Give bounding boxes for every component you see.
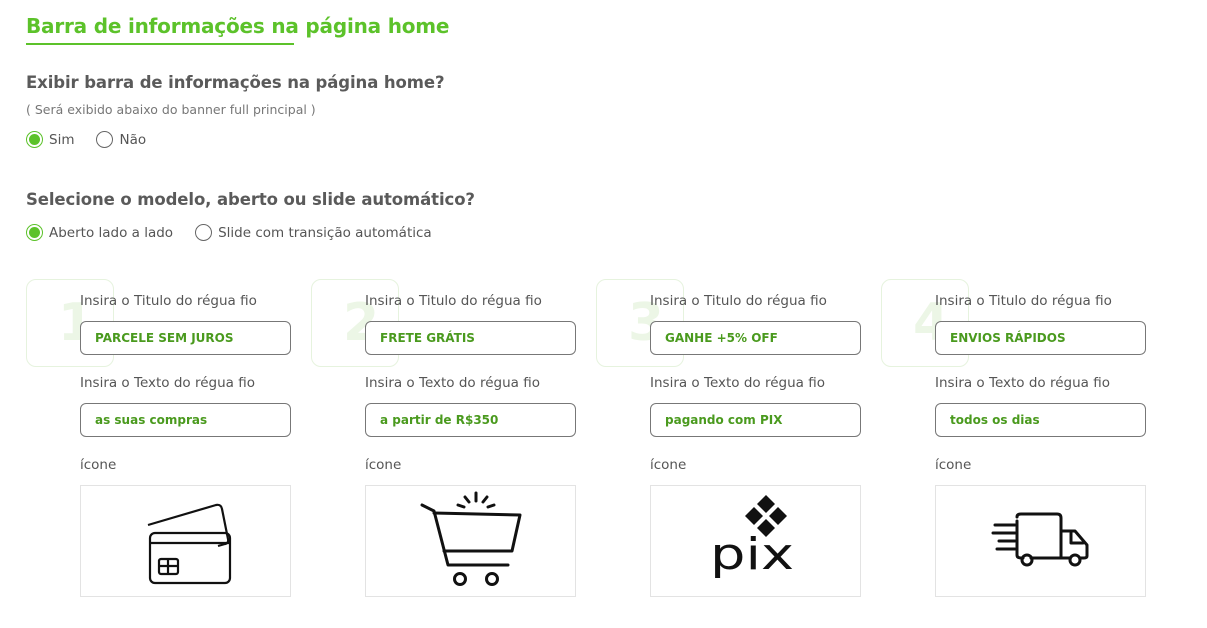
section-title-underline bbox=[26, 43, 294, 45]
text-input[interactable]: pagando com PIX bbox=[650, 403, 861, 437]
title-label: Insira o Titulo do régua fio bbox=[365, 293, 542, 309]
pix-logo-text: pix bbox=[710, 529, 794, 580]
pix-logo-icon: pix bbox=[710, 495, 794, 580]
title-input[interactable]: GANHE +5% OFF bbox=[650, 321, 861, 355]
radio-aberto-circle[interactable] bbox=[26, 224, 43, 241]
info-item-4: 4 Insira o Titulo do régua fio ENVIOS RÁ… bbox=[881, 279, 1166, 619]
text-label: Insira o Texto do régua fio bbox=[80, 375, 255, 391]
radio-slide[interactable]: Slide com transição automática bbox=[195, 224, 432, 241]
info-item-2: 2 Insira o Titulo do régua fio FRETE GRÁ… bbox=[311, 279, 596, 619]
show-bar-radio-group: Sim Não bbox=[26, 131, 168, 148]
radio-sim-label: Sim bbox=[49, 131, 75, 148]
icon-label: ícone bbox=[650, 457, 687, 473]
text-label: Insira o Texto do régua fio bbox=[365, 375, 540, 391]
credit-card-icon bbox=[147, 503, 231, 585]
icon-upload-box[interactable] bbox=[80, 485, 291, 597]
title-input[interactable]: ENVIOS RÁPIDOS bbox=[935, 321, 1146, 355]
radio-aberto-label: Aberto lado a lado bbox=[49, 224, 174, 241]
text-input[interactable]: a partir de R$350 bbox=[365, 403, 576, 437]
model-question: Selecione o modelo, aberto ou slide auto… bbox=[26, 190, 475, 209]
icon-label: ícone bbox=[80, 457, 117, 473]
radio-nao-circle[interactable] bbox=[96, 131, 114, 148]
radio-nao-label: Não bbox=[119, 131, 147, 148]
section-title: Barra de informações na página home bbox=[26, 14, 450, 38]
text-input[interactable]: as suas compras bbox=[80, 403, 291, 437]
icon-label: ícone bbox=[365, 457, 402, 473]
text-label: Insira o Texto do régua fio bbox=[935, 375, 1110, 391]
title-input[interactable]: FRETE GRÁTIS bbox=[365, 321, 576, 355]
info-item-1: 1 Insira o Titulo do régua fio PARCELE S… bbox=[26, 279, 311, 619]
shopping-cart-icon bbox=[420, 491, 521, 586]
title-label: Insira o Titulo do régua fio bbox=[650, 293, 827, 309]
icon-upload-box[interactable] bbox=[935, 485, 1146, 597]
radio-slide-label: Slide com transição automática bbox=[218, 224, 432, 241]
model-radio-group: Aberto lado a lado Slide com transição a… bbox=[26, 224, 454, 241]
text-label: Insira o Texto do régua fio bbox=[650, 375, 825, 391]
text-input[interactable]: todos os dias bbox=[935, 403, 1146, 437]
show-bar-question: Exibir barra de informações na página ho… bbox=[26, 73, 445, 92]
radio-slide-circle[interactable] bbox=[195, 224, 213, 241]
radio-nao[interactable]: Não bbox=[96, 131, 146, 148]
radio-sim[interactable]: Sim bbox=[26, 131, 74, 148]
title-input[interactable]: PARCELE SEM JUROS bbox=[80, 321, 291, 355]
icon-upload-box[interactable] bbox=[365, 485, 576, 597]
delivery-truck-icon bbox=[991, 512, 1088, 567]
title-label: Insira o Titulo do régua fio bbox=[80, 293, 257, 309]
icon-upload-box[interactable]: pix bbox=[650, 485, 861, 597]
title-label: Insira o Titulo do régua fio bbox=[935, 293, 1112, 309]
show-bar-hint: ( Será exibido abaixo do banner full pri… bbox=[26, 102, 316, 117]
info-item-3: 3 Insira o Titulo do régua fio GANHE +5%… bbox=[596, 279, 881, 619]
icon-label: ícone bbox=[935, 457, 972, 473]
radio-aberto[interactable]: Aberto lado a lado bbox=[26, 224, 173, 241]
radio-sim-circle[interactable] bbox=[26, 131, 43, 148]
